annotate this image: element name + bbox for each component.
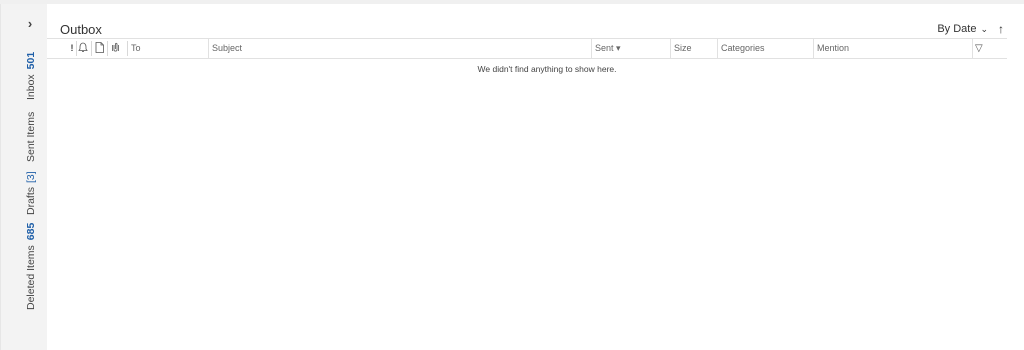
chevron-down-icon[interactable]: ⌄ <box>980 24 988 35</box>
folder-label: Drafts <box>25 186 37 215</box>
chevron-right-icon: › <box>27 16 33 31</box>
item-type-column-icon[interactable] <box>94 42 104 54</box>
folder-title: Outbox <box>60 22 102 37</box>
attachment-column-icon[interactable] <box>111 42 121 54</box>
column-divider <box>76 41 77 56</box>
column-divider <box>107 41 108 56</box>
folder-item-inbox[interactable]: Inbox 501 <box>24 52 38 100</box>
sort-controls: By Date ⌄ ↑ <box>937 22 1004 36</box>
reminder-column-icon[interactable] <box>78 42 88 54</box>
folder-item-deleted-items[interactable]: Deleted Items 685 <box>24 223 38 310</box>
folder-item-sent-items[interactable]: Sent Items <box>24 112 38 162</box>
column-header-subject[interactable]: Subject <box>208 39 591 58</box>
empty-list-message: We didn't find anything to show here. <box>477 64 617 74</box>
column-divider <box>91 41 92 56</box>
column-header-categories[interactable]: Categories <box>717 39 813 58</box>
sort-direction-arrow-icon[interactable]: ↑ <box>998 22 1004 36</box>
column-header-sent[interactable]: Sent ▾ <box>591 39 670 58</box>
unread-count-badge: 685 <box>25 222 37 241</box>
draft-count-badge: [3] <box>25 171 37 183</box>
folder-label: Sent Items <box>25 111 37 162</box>
bell-icon <box>78 42 88 52</box>
expand-folder-pane-button[interactable]: › <box>23 16 37 32</box>
sort-descending-icon: ▾ <box>616 43 621 53</box>
column-header-sent-label: Sent <box>595 43 614 53</box>
column-header-to[interactable]: To <box>128 39 208 58</box>
folder-item-drafts[interactable]: Drafts [3] <box>24 171 38 215</box>
folder-label: Inbox <box>25 74 37 100</box>
column-header-row: ! To Subject Sent ▾ Size Categories Ment… <box>47 38 1007 59</box>
filter-icon[interactable]: ▽ <box>972 39 1005 58</box>
unread-count-badge: 501 <box>25 51 37 70</box>
outlook-window: › Inbox 501 Sent Items Drafts [3] Deleted … <box>0 0 1024 350</box>
column-header-mention[interactable]: Mention <box>813 39 972 58</box>
message-list-pane: Outbox By Date ⌄ ↑ ! To Subject Sent ▾ S… <box>47 4 1024 350</box>
folder-pane: › Inbox 501 Sent Items Drafts [3] Deleted … <box>0 4 47 350</box>
column-header-size[interactable]: Size <box>670 39 717 58</box>
document-icon <box>95 42 104 53</box>
sort-by-button[interactable]: By Date <box>937 23 976 35</box>
folder-label: Deleted Items <box>25 245 37 310</box>
paperclip-icon <box>112 42 119 52</box>
